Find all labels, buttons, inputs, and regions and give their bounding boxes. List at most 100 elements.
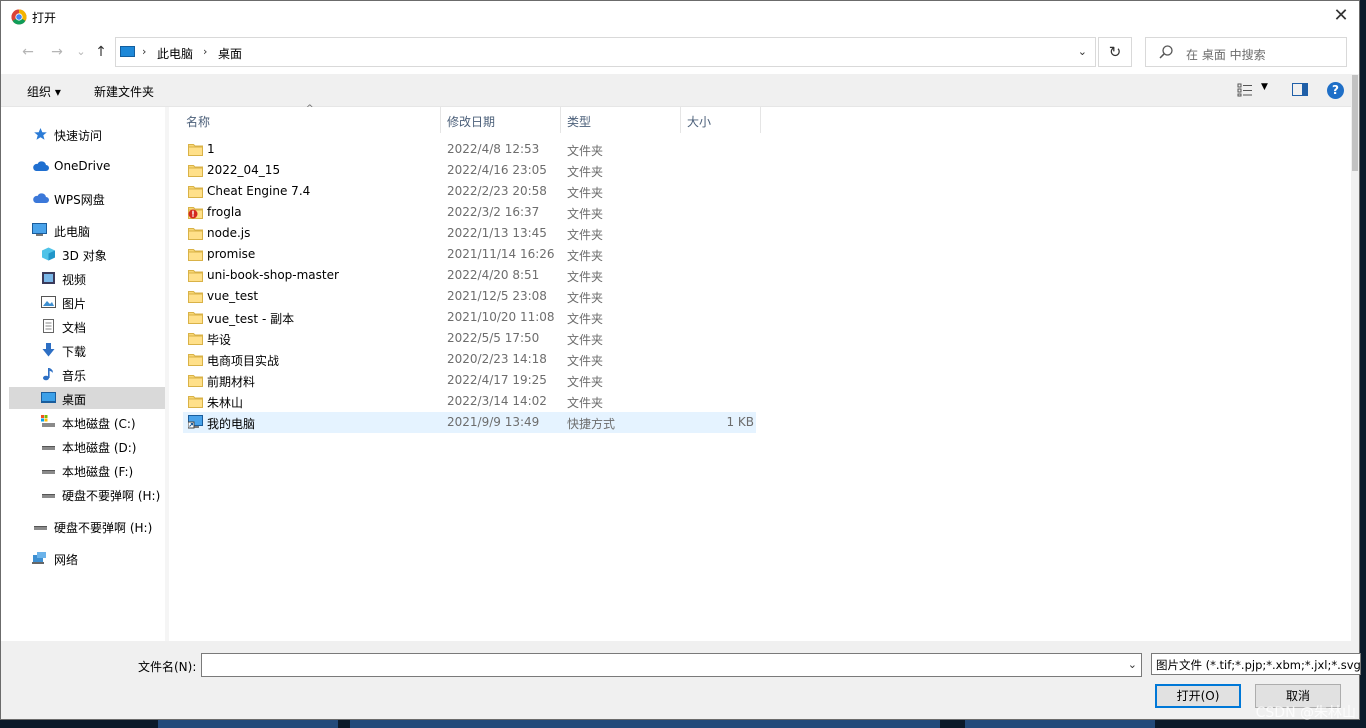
sidebar-item-videos[interactable]: 视频 [9, 267, 165, 289]
breadcrumb-desktop[interactable]: 桌面 [218, 45, 242, 62]
sidebar-item-drive-h-root[interactable]: 硬盘不要弹啊 (H:) [9, 515, 165, 537]
file-row[interactable]: vue_test 2021/12/5 23:08 文件夹 [183, 286, 756, 307]
view-options-icon[interactable] [1237, 83, 1253, 97]
column-header-name[interactable]: 名称 [169, 107, 441, 133]
file-type: 文件夹 [567, 291, 604, 305]
star-icon [34, 128, 47, 140]
sidebar-item-drive-d[interactable]: 本地磁盘 (D:) [9, 435, 165, 457]
column-header-size[interactable]: 大小 [681, 107, 761, 133]
folder-icon [188, 226, 203, 240]
folder-icon [188, 268, 203, 282]
column-header-date[interactable]: 修改日期 [441, 107, 561, 133]
chevron-down-icon[interactable]: ⌄ [1128, 658, 1137, 671]
open-button[interactable]: 打开(O) [1155, 684, 1241, 708]
cloud-icon [33, 193, 49, 203]
file-row[interactable]: frogla 2022/3/2 16:37 文件夹 [183, 202, 756, 223]
sidebar-item-3d-objects[interactable]: 3D 对象 [9, 243, 165, 265]
column-header-type[interactable]: 类型 [561, 107, 681, 133]
sidebar-item-network[interactable]: 网络 [9, 547, 165, 569]
file-date: 2022/4/8 12:53 [447, 142, 540, 156]
view-dropdown-icon[interactable]: ▼ [1261, 82, 1268, 92]
address-bar[interactable]: › 此电脑 › 桌面 ⌄ [115, 37, 1096, 67]
file-type-filter[interactable]: 图片文件 (*.tif;*.pjp;*.xbm;*.jxl;*.svgz;* [1151, 653, 1361, 675]
sidebar-item-onedrive[interactable]: OneDrive [9, 155, 165, 177]
file-type: 文件夹 [567, 375, 604, 389]
dialog-footer: 文件名(N): ⌄ 图片文件 (*.tif;*.pjp;*.xbm;*.jxl;… [1, 641, 1361, 719]
file-name: vue_test - 副本 [207, 312, 295, 326]
file-row[interactable]: uni-book-shop-master 2022/4/20 8:51 文件夹 [183, 265, 756, 286]
open-file-dialog: 打开 ✕ ← → ⌄ ↑ › 此电脑 › 桌面 ⌄ ↻ 在 桌面 中搜索 组织 … [0, 0, 1361, 720]
folder-icon [188, 163, 203, 177]
search-input[interactable]: 在 桌面 中搜索 [1145, 37, 1347, 67]
scrollbar-thumb[interactable] [1352, 75, 1358, 171]
file-row[interactable]: 毕设 2022/5/5 17:50 文件夹 [183, 328, 756, 349]
sidebar-item-wps-drive[interactable]: WPS网盘 [9, 187, 165, 209]
document-icon [43, 319, 54, 333]
sidebar-item-label: 硬盘不要弹啊 (H:) [62, 489, 161, 503]
breadcrumb-separator[interactable]: › [142, 45, 146, 58]
file-row[interactable]: 2022_04_15 2022/4/16 23:05 文件夹 [183, 160, 756, 181]
background-block [350, 720, 940, 728]
column-header-label: 修改日期 [447, 115, 496, 129]
chevron-down-icon[interactable]: ⌄ [1078, 45, 1087, 58]
file-row[interactable]: 我的电脑 2021/9/9 13:49 快捷方式 1 KB [183, 412, 756, 433]
file-name: 毕设 [207, 333, 232, 347]
file-name: uni-book-shop-master [207, 268, 339, 282]
recent-locations-icon[interactable]: ⌄ [72, 43, 90, 61]
file-row[interactable]: promise 2021/11/14 16:26 文件夹 [183, 244, 756, 265]
sidebar-item-label: 视频 [62, 273, 87, 287]
sidebar-item-downloads[interactable]: 下载 [9, 339, 165, 361]
sidebar-item-quick-access[interactable]: 快速访问 [9, 123, 165, 145]
sidebar-item-desktop[interactable]: 桌面 [9, 387, 165, 409]
organize-menu[interactable]: 组织 ▾ [27, 83, 61, 100]
sidebar-item-music[interactable]: 音乐 [9, 363, 165, 385]
breadcrumb-this-pc[interactable]: 此电脑 [157, 45, 193, 62]
folder-icon [188, 310, 203, 324]
sidebar-item-drive-c[interactable]: 本地磁盘 (C:) [9, 411, 165, 433]
cube-icon [42, 247, 55, 261]
file-name: 我的电脑 [207, 417, 256, 431]
back-arrow-icon[interactable]: ← [19, 43, 37, 61]
file-date: 2021/12/5 23:08 [447, 289, 547, 303]
folder-icon [188, 352, 203, 366]
file-row[interactable]: 1 2022/4/8 12:53 文件夹 [183, 139, 756, 160]
sidebar-item-drive-f[interactable]: 本地磁盘 (F:) [9, 459, 165, 481]
computer-icon [32, 223, 47, 236]
file-row[interactable]: 电商项目实战 2020/2/23 14:18 文件夹 [183, 349, 756, 370]
sidebar-item-label: 文档 [62, 321, 87, 335]
refresh-icon[interactable]: ↻ [1098, 37, 1132, 67]
drive-icon [34, 526, 47, 530]
shortcut-icon [187, 415, 203, 429]
download-icon [42, 343, 55, 357]
vertical-scrollbar[interactable] [1351, 75, 1359, 641]
file-row[interactable]: 朱林山 2022/3/14 14:02 文件夹 [183, 391, 756, 412]
up-arrow-icon[interactable]: ↑ [92, 43, 110, 61]
file-row[interactable]: vue_test - 副本 2021/10/20 11:08 文件夹 [183, 307, 756, 328]
search-placeholder: 在 桌面 中搜索 [1186, 48, 1266, 62]
background-taskbar-strip [0, 720, 1366, 728]
file-row[interactable]: 前期材料 2022/4/17 19:25 文件夹 [183, 370, 756, 391]
file-date: 2022/4/20 8:51 [447, 268, 540, 282]
column-header-label: 大小 [687, 115, 712, 129]
forward-arrow-icon[interactable]: → [48, 43, 66, 61]
filename-input[interactable]: ⌄ [201, 653, 1142, 677]
column-divider[interactable] [760, 107, 761, 133]
close-icon[interactable]: ✕ [1327, 4, 1355, 28]
file-row[interactable]: Cheat Engine 7.4 2022/2/23 20:58 文件夹 [183, 181, 756, 202]
breadcrumb-separator[interactable]: › [203, 45, 207, 58]
file-name: frogla [207, 205, 242, 219]
file-row[interactable]: node.js 2022/1/13 13:45 文件夹 [183, 223, 756, 244]
file-name: 1 [207, 142, 215, 156]
preview-pane-icon[interactable] [1292, 83, 1308, 96]
sidebar-item-this-pc[interactable]: 此电脑 [9, 219, 165, 241]
file-date: 2022/1/13 13:45 [447, 226, 547, 240]
file-type: 文件夹 [567, 186, 604, 200]
file-type: 文件夹 [567, 207, 604, 221]
new-folder-button[interactable]: 新建文件夹 [94, 83, 154, 100]
file-type: 文件夹 [567, 270, 604, 284]
help-icon[interactable]: ? [1327, 82, 1344, 99]
sidebar-item-pictures[interactable]: 图片 [9, 291, 165, 313]
sidebar-item-drive-h[interactable]: 硬盘不要弹啊 (H:) [9, 483, 165, 505]
sidebar-item-documents[interactable]: 文档 [9, 315, 165, 337]
file-type: 文件夹 [567, 312, 604, 326]
